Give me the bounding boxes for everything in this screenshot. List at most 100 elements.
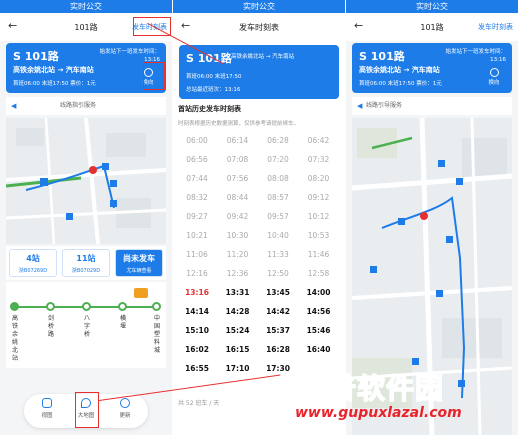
timetable-cell: 06:00 <box>186 136 208 145</box>
latest-departure: 总站最近班次：13:16 <box>186 87 241 93</box>
stop-dot[interactable] <box>10 302 19 311</box>
timetable-cell: 16:28 <box>266 345 290 354</box>
stop-dot[interactable] <box>46 302 55 311</box>
section-title: 首站历史发车时刻表 <box>178 105 241 113</box>
stop-dot[interactable] <box>152 302 161 311</box>
timetable-cell: 12:16 <box>186 269 208 278</box>
origin-station: 高铁余姚北站 <box>13 66 55 74</box>
swap-icon <box>489 68 499 77</box>
swap-button-highlight <box>143 62 165 90</box>
timetable-cell: 09:57 <box>267 212 289 221</box>
timetable-cell: 08:57 <box>267 193 289 202</box>
map-graphic <box>6 118 166 244</box>
nav-refresh-button[interactable]: 更新 <box>110 398 140 419</box>
timetable-cell: 09:42 <box>226 212 249 221</box>
timetable-cell: 14:14 <box>185 307 209 316</box>
nav-view-button[interactable]: 视图 <box>32 398 62 419</box>
big-map-highlight <box>75 392 99 428</box>
schedule-summary: 首班06:00 末班17:50 票价：1元 <box>13 79 96 87</box>
timetable-cell: 15:10 <box>185 326 209 335</box>
arrow-icon: → <box>265 54 271 60</box>
timetable-cell: 06:42 <box>307 136 330 145</box>
timetable-cell: 07:08 <box>226 155 249 164</box>
notice-bar[interactable]: ◀ 线路引导服务 <box>352 97 512 115</box>
route-name: S 101路 <box>186 50 232 66</box>
timetable-cell: 07:20 <box>267 155 289 164</box>
route-label: 101路 <box>24 50 59 63</box>
swap-direction-button[interactable]: 换向 <box>483 66 505 90</box>
destination-station: 汽车南站 <box>65 66 94 74</box>
bus-icon <box>134 288 148 298</box>
timetable-cell: 06:56 <box>186 155 208 164</box>
timetable-cell: 12:58 <box>307 269 330 278</box>
stop-name: 中国塑料城 <box>153 315 160 354</box>
origin-station: 高铁余姚北站 <box>231 54 265 60</box>
timetable-cell: 14:56 <box>306 307 331 316</box>
route-map[interactable] <box>6 118 166 244</box>
watermark-url: www.gupuxlazal.com <box>295 405 462 421</box>
app-title-bar: 实时公交 <box>173 0 345 13</box>
timetable-cell: 11:06 <box>186 250 208 259</box>
schedule-summary: 首班06:00 末班17:50 <box>186 72 241 80</box>
nav-label: 更新 <box>119 413 131 419</box>
notice-bar[interactable]: ◀ 线路指引服务 <box>6 97 166 115</box>
route-detail-screen: 实时公交 ← 101路 发车时刻表 S 101路 始发站下一班发车时间： 13:… <box>0 0 172 435</box>
timetable-cell: 15:24 <box>225 326 250 335</box>
timetable-cell: 17:10 <box>225 364 250 373</box>
nav-label: 视图 <box>41 413 53 419</box>
stop-dot[interactable] <box>82 302 91 311</box>
direction: 高铁余姚北站 → 汽车南站 <box>231 52 294 60</box>
speaker-icon: ◀ <box>11 102 17 110</box>
route-icon: S <box>359 50 367 63</box>
route-info-card: S 101路 始发站下一班发车时间： 13:16 高铁余姚北站 → 汽车南站 首… <box>352 43 512 93</box>
timetable-cell: 16:02 <box>185 345 209 354</box>
next-departure-time: 13:16 <box>490 57 506 63</box>
vehicle-stat-1[interactable]: 4站 浙B07269D <box>9 249 57 277</box>
timetable-cell: 09:12 <box>307 193 330 202</box>
timetable-cell: 14:42 <box>266 307 290 316</box>
site-watermark: 谷普软件园 www.gupuxlazal.com <box>283 365 518 435</box>
first-bus: 首班06:00 <box>186 74 213 80</box>
timetable-cell: 12:50 <box>267 269 289 278</box>
notice-text: 线路指引服务 <box>60 102 97 109</box>
timetable-cell: 10:30 <box>226 231 249 240</box>
route-name: S 101路 <box>359 48 405 64</box>
page-title: 发车时刻表 <box>239 23 279 32</box>
timetable-cell: 11:20 <box>226 250 249 259</box>
timetable-cell: 13:45 <box>266 288 290 297</box>
timetable-cell: 08:32 <box>186 193 208 202</box>
timetable-link[interactable]: 发车时刻表 <box>478 22 513 32</box>
arrow-icon: → <box>403 66 410 74</box>
stop-dot[interactable] <box>118 302 127 311</box>
timetable-cell: 06:28 <box>267 136 289 145</box>
next-departure: 始发站下一班发车时间： 13:16 <box>445 48 506 64</box>
timetable-cell: 16:40 <box>306 345 331 354</box>
timetable-cell: 15:46 <box>306 326 331 335</box>
route-icon: S <box>186 52 194 65</box>
timetable-cell: 10:40 <box>267 231 289 240</box>
nav-bar: ← 发车时刻表 <box>173 13 345 41</box>
last-bus: 末班17:50 <box>387 81 415 87</box>
stop-name: 八字桥 <box>83 315 90 338</box>
notice-text: 线路引导服务 <box>366 102 403 109</box>
direction: 高铁余姚北站 → 汽车南站 <box>359 65 440 75</box>
first-bus: 首班06:00 <box>13 81 40 87</box>
app-title-bar: 实时公交 <box>0 0 172 13</box>
timetable-cell: 15:37 <box>266 326 290 335</box>
refresh-icon <box>120 398 130 408</box>
last-bus: 末班17:50 <box>41 81 69 87</box>
stop-name: 剑桥路 <box>47 315 54 338</box>
vehicle-stat-2[interactable]: 11站 浙B07029D <box>62 249 110 277</box>
stat-value: 尚未发车 <box>123 254 155 263</box>
next-departure-label: 始发站下一班发车时间： <box>99 49 160 55</box>
daily-count: 共 52 班车 / 天 <box>178 400 220 407</box>
nav-bar: ← 101路 发车时刻表 <box>0 13 172 41</box>
timetable-cell: 07:32 <box>307 155 330 164</box>
stat-value: 11站 <box>76 254 96 263</box>
watermark-text: 谷普软件园 <box>298 371 445 406</box>
direction: 高铁余姚北站 → 汽车南站 <box>13 65 94 75</box>
timetable-cell: 10:53 <box>307 231 330 240</box>
vehicle-stat-3[interactable]: 尚未发车 尤车辆查看 <box>115 249 163 277</box>
route-label: 101路 <box>370 50 405 63</box>
next-departure-label: 始发站下一班发车时间： <box>445 49 506 55</box>
